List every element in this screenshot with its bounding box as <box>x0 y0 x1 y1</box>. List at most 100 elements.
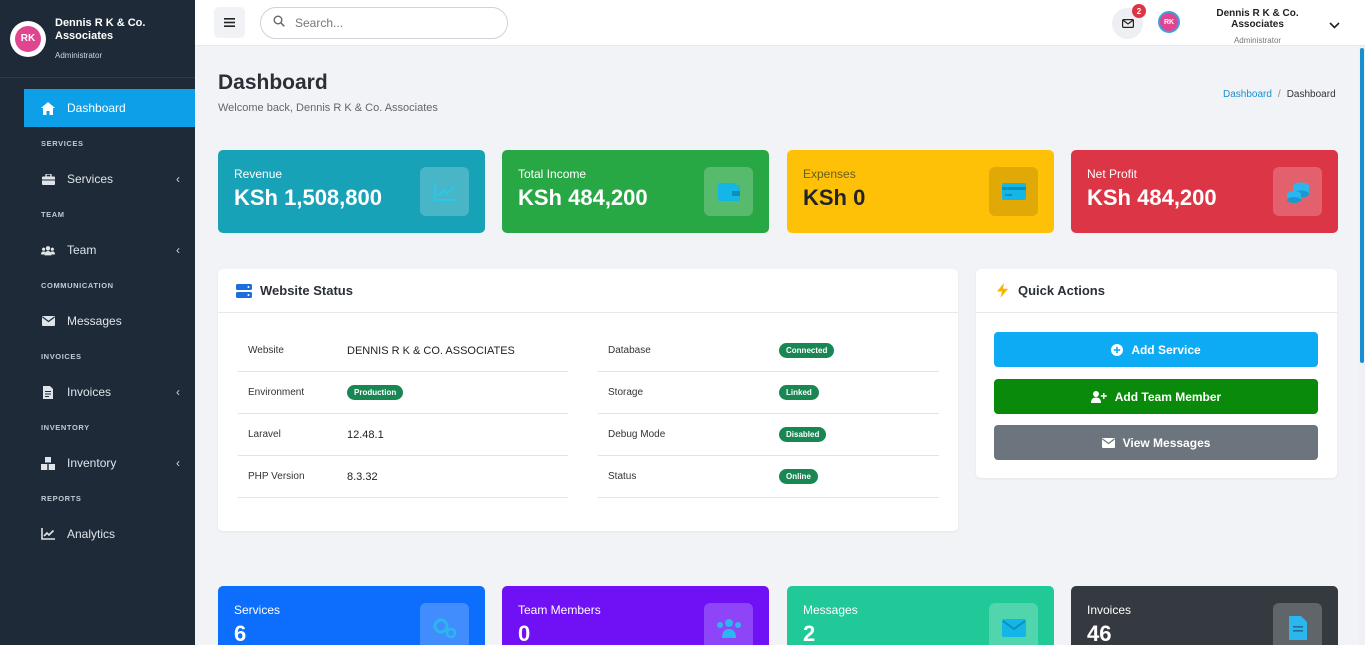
stat-value: KSh 484,200 <box>518 185 648 210</box>
brand-logo-mark: RK <box>15 25 41 52</box>
stat-label: Messages <box>803 603 858 617</box>
chart-line-icon <box>41 527 55 541</box>
sidebar-item-messages[interactable]: Messages <box>0 302 195 340</box>
add-service-button[interactable]: Add Service <box>994 332 1318 367</box>
sidebar-item-label: Services <box>67 172 114 186</box>
status-row: PHP Version 8.3.32 <box>238 456 568 498</box>
file-invoice-icon <box>41 385 55 399</box>
sidebar-item-services[interactable]: Services ‹ <box>0 160 195 198</box>
stat-card-team-members: Team Members 0 <box>502 586 769 645</box>
status-row: Website DENNIS R K & CO. ASSOCIATES <box>238 330 568 372</box>
status-key: Status <box>608 471 637 482</box>
button-label: View Messages <box>1122 435 1211 450</box>
section-title-invoices: INVOICES <box>41 352 82 361</box>
stat-label: Invoices <box>1087 603 1132 617</box>
panel-header: Quick Actions <box>976 269 1337 313</box>
sidebar-item-analytics[interactable]: Analytics <box>0 515 195 553</box>
brand-role: Administrator <box>55 51 103 60</box>
avatar[interactable]: RK <box>1158 11 1180 33</box>
envelope-icon <box>1101 437 1115 448</box>
home-icon <box>41 101 55 115</box>
brand[interactable]: RK Dennis R K & Co. Associates Administr… <box>0 0 195 78</box>
stat-card-invoices: Invoices 46 <box>1071 586 1338 645</box>
sidebar-item-label: Messages <box>67 314 122 328</box>
envelope-icon <box>1121 15 1134 33</box>
status-key: Storage <box>608 387 644 398</box>
sidebar: RK Dennis R K & Co. Associates Administr… <box>0 0 195 645</box>
sidebar-item-label: Team <box>67 243 97 257</box>
sidebar-item-label: Invoices <box>67 385 112 399</box>
envelope-icon <box>989 603 1038 645</box>
sidebar-item-label: Analytics <box>67 527 116 541</box>
user-name: Dennis R K & Co. Associates <box>1216 8 1299 30</box>
users-icon <box>704 603 753 645</box>
section-title-inventory: INVENTORY <box>41 423 90 432</box>
sidebar-item-invoices[interactable]: Invoices ‹ <box>0 373 195 411</box>
search-icon <box>273 14 285 32</box>
section-title-communication: COMMUNICATION <box>41 281 114 290</box>
status-badge: Online <box>779 469 818 484</box>
coins-icon <box>1273 167 1322 216</box>
status-key: Website <box>248 345 284 356</box>
hamburger-icon <box>224 14 235 32</box>
page-subtitle: Welcome back, Dennis R K & Co. Associate… <box>218 102 438 114</box>
stat-label: Services <box>234 603 281 617</box>
envelope-icon <box>41 314 55 328</box>
section-title-services: SERVICES <box>41 139 84 148</box>
breadcrumb-link-dashboard[interactable]: Dashboard <box>1223 89 1272 100</box>
bolt-icon <box>994 283 1010 298</box>
stat-card-services: Services 6 <box>218 586 485 645</box>
user-menu[interactable]: Dennis R K & Co. Associates Administrato… <box>1195 8 1320 45</box>
sidebar-item-inventory[interactable]: Inventory ‹ <box>0 444 195 482</box>
status-row: Storage Linked <box>598 372 939 414</box>
status-key: PHP Version <box>248 471 305 482</box>
status-table-right: Database Connected Storage Linked Debug … <box>598 330 939 498</box>
add-team-member-button[interactable]: Add Team Member <box>994 379 1318 414</box>
sidebar-item-dashboard[interactable]: Dashboard <box>24 89 195 127</box>
status-value: DENNIS R K & CO. ASSOCIATES <box>347 344 515 357</box>
breadcrumb-current: Dashboard <box>1286 89 1336 100</box>
messages-button[interactable]: 2 <box>1112 4 1146 39</box>
status-key: Database <box>608 345 651 356</box>
credit-card-icon <box>989 167 1038 216</box>
sidebar-item-team[interactable]: Team ‹ <box>0 231 195 269</box>
stat-card-net-profit: Net Profit KSh 484,200 <box>1071 150 1338 233</box>
cogs-icon <box>420 603 469 645</box>
chevron-left-icon: ‹ <box>176 456 180 470</box>
status-row: Environment Production <box>238 372 568 414</box>
briefcase-icon <box>41 172 55 186</box>
scrollbar-thumb[interactable] <box>1360 48 1364 363</box>
status-row: Laravel 12.48.1 <box>238 414 568 456</box>
status-badge: Disabled <box>779 427 827 442</box>
status-badge: Production <box>347 385 404 400</box>
website-status-panel: Website Status Website DENNIS R K & CO. … <box>218 269 958 531</box>
status-value: 12.48.1 <box>347 428 384 441</box>
section-title-team: TEAM <box>41 210 65 219</box>
stat-label: Total Income <box>518 167 587 181</box>
stat-label: Expenses <box>803 167 856 181</box>
stat-label: Team Members <box>518 603 601 617</box>
view-messages-button[interactable]: View Messages <box>994 425 1318 460</box>
chevron-left-icon: ‹ <box>176 172 180 186</box>
chevron-left-icon: ‹ <box>176 243 180 257</box>
status-value: 8.3.32 <box>347 470 378 483</box>
status-badge: Connected <box>779 343 835 358</box>
status-key: Debug Mode <box>608 429 666 440</box>
status-row: Database Connected <box>598 330 939 372</box>
panel-title: Website Status <box>260 283 353 298</box>
sidebar-nav: Dashboard SERVICES Services ‹ TEAM Team … <box>0 78 195 553</box>
quick-actions-panel: Quick Actions Add Service Add Team Membe… <box>976 269 1337 478</box>
section-title-reports: REPORTS <box>41 494 82 503</box>
stat-label: Revenue <box>234 167 283 181</box>
status-row: Status Online <box>598 456 939 498</box>
chevron-left-icon: ‹ <box>176 385 180 399</box>
chevron-down-icon[interactable] <box>1329 16 1340 34</box>
user-plus-icon <box>1090 390 1107 403</box>
button-label: Add Service <box>1131 342 1201 357</box>
search-input[interactable] <box>295 16 485 30</box>
menu-toggle-button[interactable] <box>214 7 245 38</box>
panel-header: Website Status <box>218 269 958 313</box>
server-icon <box>236 283 252 298</box>
breadcrumb-separator: / <box>1277 89 1281 100</box>
users-icon <box>41 243 55 257</box>
